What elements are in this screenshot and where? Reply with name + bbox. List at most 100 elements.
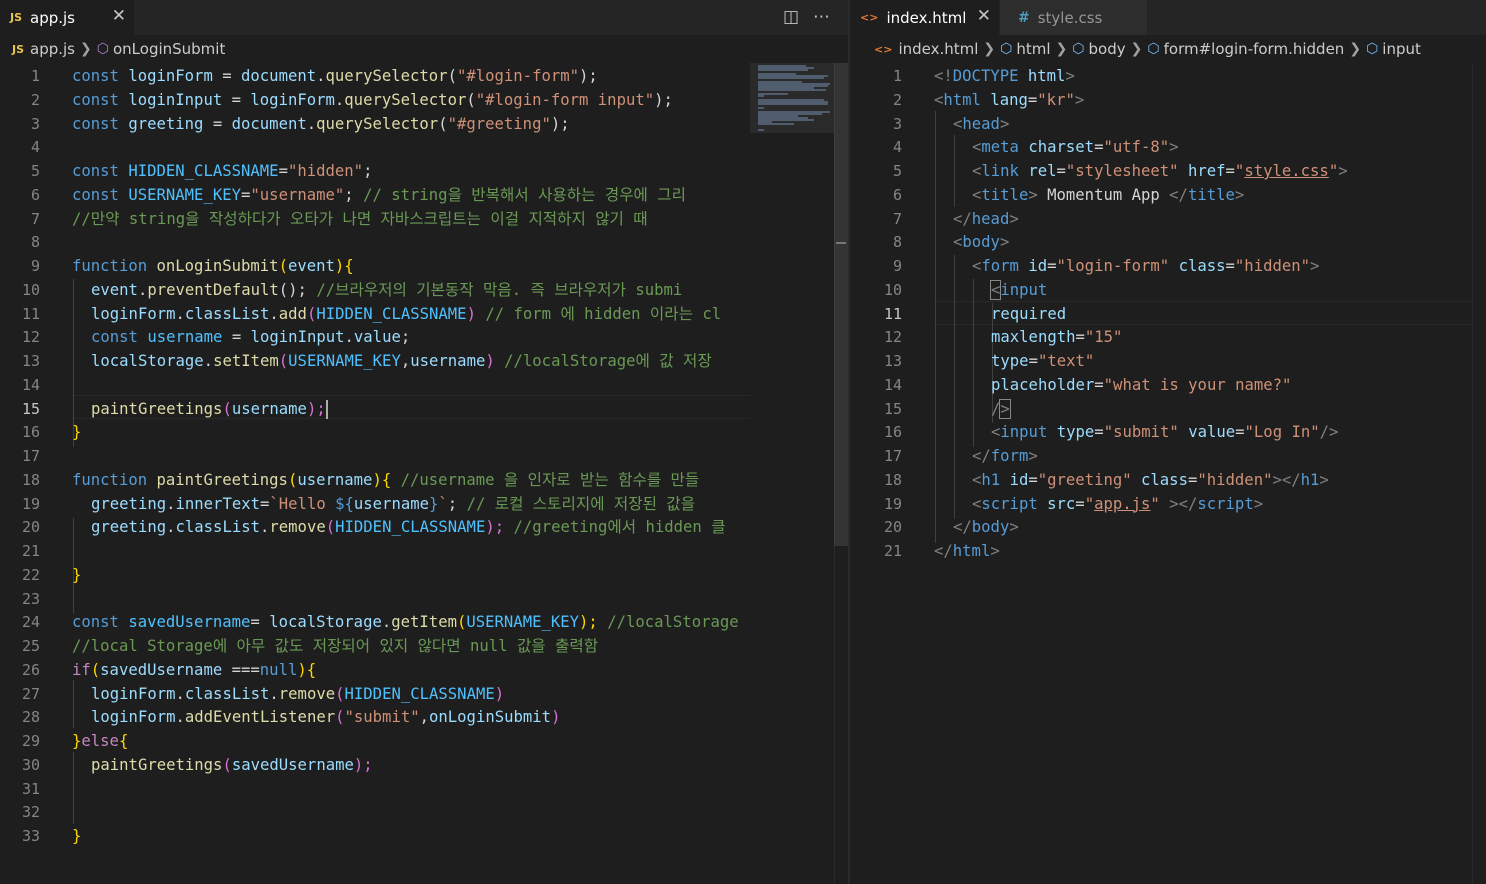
code-line[interactable]: const loginInput = loginForm.querySelect…	[0, 88, 750, 112]
code-line[interactable]: <!DOCTYPE html>	[850, 64, 1472, 88]
code-token: class	[1141, 470, 1188, 489]
code-token: value	[353, 328, 401, 347]
code-line[interactable]: function onLoginSubmit(event){	[0, 254, 750, 278]
code-token: .	[260, 518, 270, 537]
code-line[interactable]: maxlength="15"	[850, 325, 1472, 349]
split-editor-icon[interactable]: ◫	[783, 4, 799, 30]
code-line[interactable]: if(savedUsername ===null){	[0, 658, 750, 682]
breadcrumb-symbol[interactable]: ⬡ onLoginSubmit	[97, 40, 226, 58]
code-line[interactable]: }	[0, 824, 750, 848]
code-line[interactable]: const loginForm = document.querySelector…	[0, 64, 750, 88]
js-editor[interactable]: const loginForm = document.querySelector…	[0, 63, 848, 884]
line-number: 20	[850, 515, 910, 539]
scrollbar-thumb[interactable]	[834, 63, 848, 546]
code-line[interactable]: <body>	[850, 230, 1472, 254]
breadcrumb-form[interactable]: ⬡ form#login-form.hidden	[1147, 40, 1344, 58]
code-token: >	[1028, 185, 1038, 204]
code-line[interactable]: <head>	[850, 112, 1472, 136]
right-editor-group: <> index.html ✕ # style.css <> index.htm…	[850, 0, 1486, 884]
line-number-label: 4	[892, 138, 902, 157]
js-code-area[interactable]: const loginForm = document.querySelector…	[0, 63, 750, 884]
code-token: loginForm	[250, 90, 335, 109]
code-token: >	[1234, 185, 1245, 204]
code-line[interactable]: const USERNAME_KEY="username"; // string…	[0, 183, 750, 207]
code-line[interactable]: <input	[850, 278, 1472, 302]
tab-app-js[interactable]: JS app.js ✕	[0, 0, 135, 35]
code-line[interactable]: }	[0, 563, 750, 587]
code-line[interactable]: paintGreetings(savedUsername);	[0, 753, 750, 777]
close-icon[interactable]: ✕	[977, 6, 991, 26]
code-token: {	[118, 732, 129, 750]
line-number-label: 20	[21, 518, 40, 537]
code-line[interactable]: localStorage.setItem(USERNAME_KEY,userna…	[0, 349, 750, 373]
code-line[interactable]: <form id="login-form" class="hidden">	[850, 254, 1472, 278]
close-icon[interactable]: ✕	[112, 6, 126, 26]
more-actions-icon[interactable]: ⋯	[813, 4, 830, 30]
code-line[interactable]: </head>	[850, 207, 1472, 231]
code-token: document	[231, 114, 307, 133]
code-line[interactable]: </form>	[850, 444, 1472, 468]
code-line[interactable]: const savedUsername= localStorage.getIte…	[0, 610, 750, 634]
code-token: DOCTYPE	[952, 67, 1019, 85]
code-line[interactable]: <script src="app.js" ></script>	[850, 492, 1472, 516]
minimap-slider[interactable]	[750, 63, 834, 133]
breadcrumb-html[interactable]: ⬡ html	[1000, 40, 1050, 58]
breadcrumb-file[interactable]: JS app.js	[12, 40, 75, 58]
code-token: id	[1009, 470, 1029, 489]
code-line[interactable]: <html lang="kr">	[850, 88, 1472, 112]
html-code-area[interactable]: <!DOCTYPE html> <html lang="kr"> <head> <me…	[850, 63, 1472, 884]
code-token: >	[999, 233, 1010, 252]
code-line[interactable]: <link rel="stylesheet" href="style.css">	[850, 159, 1472, 183]
code-token: =	[203, 114, 232, 133]
breadcrumb-file[interactable]: <> index.html	[874, 40, 978, 58]
breadcrumb-body[interactable]: ⬡ body	[1072, 40, 1125, 58]
code-line[interactable]: loginForm.classList.remove(HIDDEN_CLASSN…	[0, 682, 750, 706]
code-line[interactable]: const username = loginInput.value;	[0, 325, 750, 349]
code-line[interactable]: />	[850, 397, 1472, 421]
code-token: //localStorage	[607, 613, 739, 632]
code-line[interactable]: }	[0, 420, 750, 444]
code-line[interactable]: placeholder="what is your name?"	[850, 373, 1472, 397]
tab-style-css[interactable]: # style.css	[1000, 0, 1148, 35]
code-token: >	[999, 114, 1010, 133]
code-token: (	[335, 684, 345, 703]
line-number-label: 22	[21, 565, 40, 584]
code-line[interactable]: greeting.classList.remove(HIDDEN_CLASSNA…	[0, 515, 750, 539]
line-number: 14	[0, 373, 60, 397]
code-line[interactable]: greeting.innerText=`Hello ${username}`; …	[0, 492, 750, 516]
code-line[interactable]: loginForm.addEventListener("submit",onLo…	[0, 705, 750, 729]
code-line[interactable]: //만약 string을 작성하다가 오타가 나면 자바스크립트는 이걸 지적하…	[0, 207, 750, 231]
minimap[interactable]	[750, 63, 834, 884]
vertical-scrollbar[interactable]	[1472, 63, 1486, 884]
code-token: =	[241, 185, 251, 204]
code-line[interactable]: <meta charset="utf-8">	[850, 135, 1472, 159]
code-line[interactable]: <h1 id="greeting" class="hidden"></h1>	[850, 468, 1472, 492]
code-line[interactable]: const HIDDEN_CLASSNAME="hidden";	[0, 159, 750, 183]
code-token: username	[231, 399, 307, 418]
code-token: )	[297, 660, 307, 679]
line-number: 4	[0, 135, 60, 159]
code-line[interactable]: </body>	[850, 515, 1472, 539]
html-editor[interactable]: <!DOCTYPE html> <html lang="kr"> <head> <me…	[850, 63, 1486, 884]
tab-index-html[interactable]: <> index.html ✕	[850, 0, 1000, 35]
code-line[interactable]: }else{	[0, 729, 750, 753]
code-line[interactable]: required	[850, 302, 1472, 326]
code-line[interactable]: const greeting = document.querySelector(…	[0, 112, 750, 136]
code-line[interactable]: event.preventDefault(); //브라우저의 기본동작 막음.…	[0, 278, 750, 302]
code-token: getItem	[391, 613, 457, 632]
html-file-icon: <>	[874, 42, 893, 56]
code-line[interactable]: </html>	[850, 539, 1472, 563]
code-token: {	[344, 257, 354, 275]
code-line[interactable]: function paintGreetings(username){ //use…	[0, 468, 750, 492]
code-line[interactable]: paintGreetings(username);	[0, 397, 750, 421]
code-line[interactable]: loginForm.classList.add(HIDDEN_CLASSNAME…	[0, 302, 750, 326]
code-token: script	[1197, 494, 1254, 513]
code-line[interactable]: <title> Momentum App </title>	[850, 183, 1472, 207]
code-line[interactable]: //local Storage에 아무 값도 저장되어 있지 않다면 null …	[0, 634, 750, 658]
breadcrumb-input[interactable]: ⬡ input	[1366, 40, 1421, 58]
code-line[interactable]: type="text"	[850, 349, 1472, 373]
code-line[interactable]: <input type="submit" value="Log In"/>	[850, 420, 1472, 444]
code-token: =	[260, 494, 270, 513]
